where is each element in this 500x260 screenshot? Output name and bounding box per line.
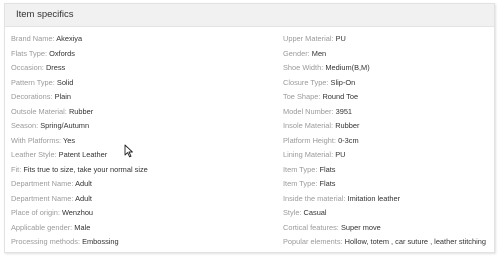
- spec-label: Applicable gender:: [11, 222, 73, 232]
- spec-row: Flats Type: Oxfords: [11, 47, 275, 62]
- spec-label: Closure Type:: [283, 77, 329, 87]
- spec-row: Outsole Material: Rubber: [11, 105, 275, 120]
- spec-label: Shoe Width:: [283, 63, 324, 72]
- specs-right-column: Upper Material: PU Gender: Men Shoe Width:…: [283, 32, 498, 250]
- spec-row: Place of origin: Wenzhou: [11, 206, 275, 221]
- spec-row: Insole Material: Rubber: [283, 119, 498, 134]
- spec-label: Occasion:: [11, 63, 44, 72]
- item-specifics-panel: Item specifics Brand Name: Akexiya Flats …: [4, 3, 495, 253]
- spec-label: Flats Type:: [11, 48, 48, 58]
- spec-label: Toe Shape:: [283, 92, 321, 101]
- spec-label: Item Type:: [283, 179, 318, 188]
- spec-label: Fit:: [11, 164, 22, 174]
- spec-row: Item Type: Flats: [283, 163, 498, 178]
- spec-row: Cortical features: Super move: [283, 221, 498, 236]
- mouse-pointer-icon: [124, 144, 133, 158]
- spec-row: Item Type: Flats: [283, 177, 498, 192]
- spec-row: Brand Name: Akexiya: [11, 32, 275, 47]
- spec-value: Adult: [75, 193, 92, 203]
- spec-value: Akexiya: [56, 34, 83, 43]
- spec-row: Upper Material: PU: [283, 32, 498, 47]
- spec-row: Pattern Type: Solid: [11, 76, 275, 91]
- spec-label: Item Type:: [283, 164, 318, 174]
- spec-label: Season:: [11, 121, 39, 130]
- spec-value: PU: [335, 34, 346, 43]
- spec-value: Imitation leather: [347, 193, 401, 203]
- panel-title: Item specifics: [16, 9, 74, 20]
- spec-label: Processing methods:: [11, 237, 81, 246]
- spec-row: Season: Spring/Autumn: [11, 119, 275, 134]
- spec-value: Round Toe: [322, 92, 359, 101]
- spec-value: Rubber: [335, 121, 360, 130]
- spec-value: Flats: [319, 164, 336, 174]
- spec-value: Slip-On: [330, 77, 356, 87]
- spec-row: Platform Height: 0-3cm: [283, 134, 498, 149]
- spec-value: Adult: [75, 179, 92, 188]
- spec-value: Dress: [45, 63, 66, 72]
- spec-label: Cortical features:: [283, 222, 339, 232]
- spec-row: Inside the material: Imitation leather: [283, 192, 498, 207]
- spec-row: Gender: Men: [283, 47, 498, 62]
- spec-label: Model Number:: [283, 106, 334, 116]
- spec-row: Department Name: Adult: [11, 177, 275, 192]
- spec-value: Male: [74, 222, 91, 232]
- spec-label: Decorations:: [11, 92, 53, 101]
- spec-row: Popular elements: Hollow, totem , car su…: [283, 235, 498, 250]
- spec-value: Oxfords: [49, 48, 75, 58]
- spec-label: Brand Name:: [11, 34, 55, 43]
- spec-row: Lining Material: PU: [283, 148, 498, 163]
- specs-left-column: Brand Name: Akexiya Flats Type: Oxfords Oc…: [11, 32, 275, 250]
- spec-value: Yes: [63, 135, 76, 145]
- spec-label: Pattern Type:: [11, 77, 55, 87]
- spec-label: Insole Material:: [283, 121, 334, 130]
- spec-label: Platform Height:: [283, 135, 336, 145]
- spec-value: Casual: [303, 208, 327, 217]
- spec-value: Medium(B,M): [325, 63, 370, 72]
- spec-row: Toe Shape: Round Toe: [283, 90, 498, 105]
- spec-value: Plain: [54, 92, 71, 101]
- spec-value: 0-3cm: [338, 135, 359, 145]
- spec-label: Lining Material:: [283, 150, 334, 159]
- spec-label: Place of origin:: [11, 208, 60, 217]
- spec-row: Style: Casual: [283, 206, 498, 221]
- spec-label: With Platforms:: [11, 135, 62, 145]
- spec-value: Solid: [56, 77, 74, 87]
- spec-value: Fits true to size, take your normal size: [23, 164, 148, 174]
- spec-value: Spring/Autumn: [40, 121, 90, 130]
- spec-row: Occasion: Dress: [11, 61, 275, 76]
- spec-label: Department Name:: [11, 179, 74, 188]
- spec-value: Patent Leather: [58, 150, 108, 159]
- spec-label: Department Name:: [11, 193, 74, 203]
- spec-label: Popular elements:: [283, 237, 343, 246]
- spec-row: Department Name: Adult: [11, 192, 275, 207]
- spec-value: Rubber: [68, 106, 94, 116]
- spec-label: Gender:: [283, 48, 310, 58]
- spec-value: Men: [311, 48, 327, 58]
- panel-header: Item specifics: [5, 4, 494, 27]
- spec-value: Flats: [319, 179, 336, 188]
- spec-row: Closure Type: Slip-On: [283, 76, 498, 91]
- spec-value: Embossing: [82, 237, 119, 246]
- spec-value: PU: [335, 150, 346, 159]
- spec-row: Shoe Width: Medium(B,M): [283, 61, 498, 76]
- spec-row: With Platforms: Yes: [11, 134, 275, 149]
- spec-row: Leather Style: Patent Leather: [11, 148, 275, 163]
- spec-row: Applicable gender: Male: [11, 221, 275, 236]
- spec-label: Outsole Material:: [11, 106, 67, 116]
- spec-label: Leather Style:: [11, 150, 57, 159]
- spec-row: Processing methods: Embossing: [11, 235, 275, 250]
- spec-label: Upper Material:: [283, 34, 334, 43]
- spec-label: Style:: [283, 208, 302, 217]
- spec-row: Fit: Fits true to size, take your normal…: [11, 163, 275, 178]
- spec-row: Decorations: Plain: [11, 90, 275, 105]
- spec-value: 3951: [335, 106, 353, 116]
- spec-value: Super move: [340, 222, 381, 232]
- spec-value: Hollow, totem , car suture , leather sti…: [344, 237, 486, 246]
- spec-label: Inside the material:: [283, 193, 346, 203]
- spec-value: Wenzhou: [61, 208, 94, 217]
- spec-row: Model Number: 3951: [283, 105, 498, 120]
